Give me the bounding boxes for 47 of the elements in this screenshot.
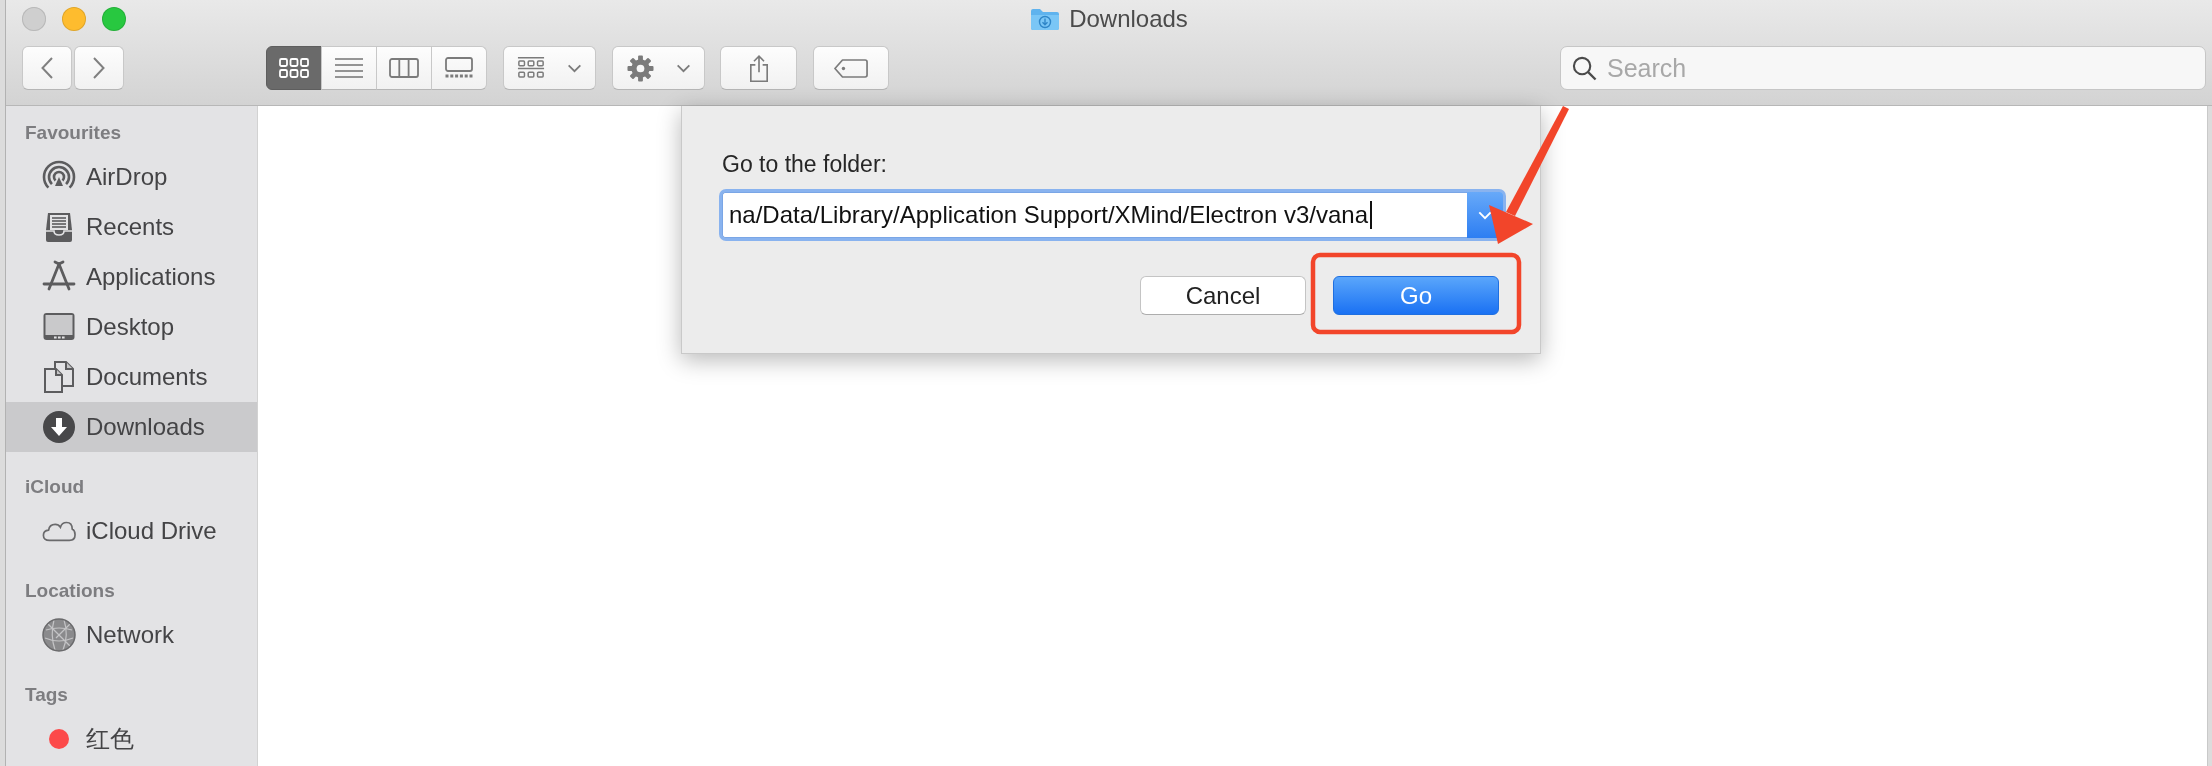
share-icon — [748, 53, 769, 83]
group-by-button[interactable] — [503, 46, 596, 90]
sidebar-item[interactable]: Documents — [6, 352, 257, 402]
sidebar-section-title: Tags — [24, 683, 69, 707]
sidebar-item[interactable]: 红色 — [6, 714, 257, 764]
sidebar-item[interactable]: Downloads — [6, 402, 257, 452]
cancel-button[interactable]: Cancel — [1140, 276, 1306, 315]
columns-icon — [389, 57, 419, 79]
icon-view-button[interactable] — [266, 46, 322, 90]
action-button[interactable] — [612, 46, 705, 90]
sidebar-item[interactable]: Recents — [6, 202, 257, 252]
gallery-icon — [444, 57, 474, 79]
arrow-down-circle-icon — [42, 410, 76, 444]
sidebar-item[interactable]: iCloud Drive — [6, 506, 257, 556]
chevron-left-icon — [41, 57, 53, 79]
chevron-down-icon — [567, 63, 582, 73]
globe-icon — [42, 618, 76, 652]
zoom-button[interactable] — [102, 7, 126, 31]
sidebar-item[interactable]: Applications — [6, 252, 257, 302]
folder-icon — [1030, 7, 1061, 31]
documents-icon — [42, 360, 76, 394]
chevron-down-icon — [675, 63, 691, 73]
grouped-grid-icon — [517, 55, 545, 81]
list-icon — [334, 57, 364, 79]
forward-button[interactable] — [74, 46, 124, 90]
chevron-down-icon — [1478, 210, 1492, 220]
path-field[interactable]: na/Data/Library/Application Support/XMind/Electron v3/vana — [722, 192, 1467, 238]
back-button[interactable] — [22, 46, 72, 90]
sidebar-item[interactable]: AirDrop — [6, 152, 257, 202]
tags-button[interactable] — [813, 46, 889, 90]
sidebar-section-title: Favourites — [24, 121, 123, 145]
search-icon — [1572, 55, 1597, 81]
sidebar-section-title: Locations — [24, 579, 116, 603]
minimize-button[interactable] — [62, 7, 86, 31]
sidebar-item[interactable]: Network — [6, 610, 257, 660]
tag-icon — [834, 58, 868, 78]
sidebar-section-title: iCloud — [24, 475, 86, 499]
dialog-prompt: Go to the folder: — [722, 150, 888, 179]
list-view-button[interactable] — [321, 46, 377, 90]
grid-icon — [279, 57, 309, 79]
sidebar-item[interactable]: Desktop — [6, 302, 257, 352]
column-view-button[interactable] — [376, 46, 432, 90]
share-button[interactable] — [720, 46, 797, 90]
chevron-right-icon — [93, 57, 105, 79]
gallery-view-button[interactable] — [431, 46, 487, 90]
gear-icon — [626, 54, 654, 82]
window-title: Downloads — [1069, 5, 1188, 33]
